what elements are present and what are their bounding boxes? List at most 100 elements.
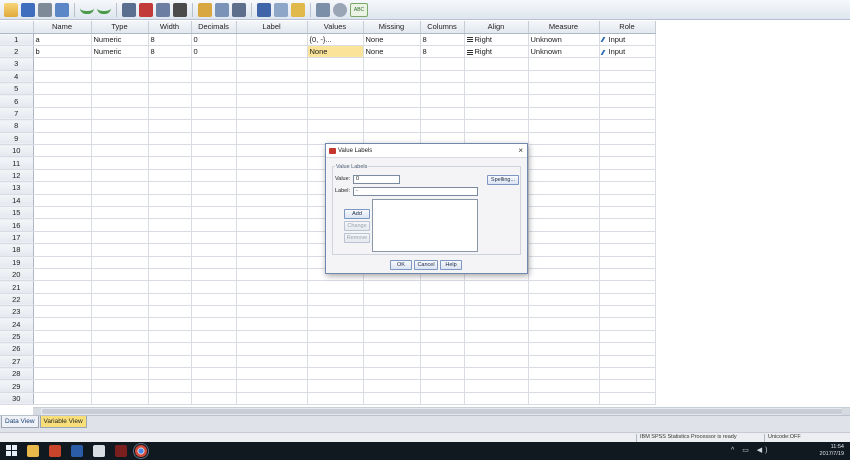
empty-cell[interactable] xyxy=(599,144,656,158)
empty-cell[interactable] xyxy=(528,218,600,232)
row-number[interactable]: 18 xyxy=(0,243,34,257)
empty-cell[interactable] xyxy=(236,293,308,307)
row-number[interactable]: 13 xyxy=(0,181,34,195)
empty-cell[interactable] xyxy=(91,268,149,282)
empty-cell[interactable] xyxy=(91,70,149,84)
chrome-icon[interactable] xyxy=(133,443,149,459)
empty-cell[interactable] xyxy=(464,293,529,307)
cell-width[interactable]: 8 xyxy=(148,33,192,46)
empty-cell[interactable] xyxy=(191,132,237,146)
empty-cell[interactable] xyxy=(148,144,192,158)
open-folder-icon[interactable] xyxy=(4,2,18,17)
row-number[interactable]: 2 xyxy=(0,45,34,59)
empty-cell[interactable] xyxy=(599,218,656,232)
tab-data-view[interactable]: Data View xyxy=(1,416,39,428)
empty-cell[interactable] xyxy=(464,342,529,356)
empty-cell[interactable] xyxy=(191,82,237,96)
column-header-values[interactable]: Values xyxy=(307,21,364,34)
empty-cell[interactable] xyxy=(91,243,149,257)
empty-cell[interactable] xyxy=(148,342,192,356)
row-number[interactable]: 6 xyxy=(0,94,34,108)
empty-cell[interactable] xyxy=(599,379,656,393)
empty-cell[interactable] xyxy=(599,181,656,195)
empty-cell[interactable] xyxy=(33,392,92,406)
empty-cell[interactable] xyxy=(236,218,308,232)
empty-cell[interactable] xyxy=(33,156,92,170)
find-icon[interactable] xyxy=(173,2,187,17)
column-header-decimals[interactable]: Decimals xyxy=(191,21,237,34)
cell-align[interactable]: Right xyxy=(464,33,529,46)
empty-cell[interactable] xyxy=(420,355,465,369)
empty-cell[interactable] xyxy=(236,169,308,183)
empty-cell[interactable] xyxy=(191,231,237,245)
cell-measure[interactable]: Unknown xyxy=(528,45,600,59)
empty-cell[interactable] xyxy=(599,243,656,257)
empty-cell[interactable] xyxy=(307,107,364,121)
empty-cell[interactable] xyxy=(528,169,600,183)
cell-missing[interactable]: None xyxy=(363,33,421,46)
cell-type[interactable]: Numeric xyxy=(91,33,149,46)
empty-cell[interactable] xyxy=(236,82,308,96)
empty-cell[interactable] xyxy=(420,280,465,294)
row-number[interactable]: 25 xyxy=(0,330,34,344)
empty-cell[interactable] xyxy=(528,268,600,282)
empty-cell[interactable] xyxy=(307,330,364,344)
close-icon[interactable]: × xyxy=(518,145,523,157)
empty-cell[interactable] xyxy=(191,293,237,307)
column-header-name[interactable]: Name xyxy=(33,21,92,34)
empty-cell[interactable] xyxy=(464,392,529,406)
empty-cell[interactable] xyxy=(91,144,149,158)
empty-cell[interactable] xyxy=(528,144,600,158)
empty-cell[interactable] xyxy=(363,57,421,71)
empty-cell[interactable] xyxy=(33,231,92,245)
row-number[interactable]: 10 xyxy=(0,144,34,158)
empty-cell[interactable] xyxy=(191,268,237,282)
empty-cell[interactable] xyxy=(464,379,529,393)
spelling-button[interactable]: Spelling... xyxy=(487,175,519,185)
empty-cell[interactable] xyxy=(599,293,656,307)
empty-cell[interactable] xyxy=(91,231,149,245)
empty-cell[interactable] xyxy=(148,82,192,96)
empty-cell[interactable] xyxy=(33,367,92,381)
row-number[interactable]: 3 xyxy=(0,57,34,71)
empty-cell[interactable] xyxy=(528,305,600,319)
empty-cell[interactable] xyxy=(236,317,308,331)
empty-cell[interactable] xyxy=(33,94,92,108)
scroll-thumb[interactable] xyxy=(42,409,847,414)
empty-cell[interactable] xyxy=(33,107,92,121)
row-number[interactable]: 12 xyxy=(0,169,34,183)
dialog-titlebar[interactable]: Value Labels × xyxy=(326,144,527,158)
empty-cell[interactable] xyxy=(236,392,308,406)
empty-cell[interactable] xyxy=(236,231,308,245)
row-number[interactable]: 16 xyxy=(0,218,34,232)
empty-cell[interactable] xyxy=(148,119,192,133)
empty-cell[interactable] xyxy=(191,243,237,257)
empty-cell[interactable] xyxy=(599,70,656,84)
horizontal-scrollbar[interactable] xyxy=(33,407,850,415)
empty-cell[interactable] xyxy=(528,280,600,294)
empty-cell[interactable] xyxy=(236,330,308,344)
empty-cell[interactable] xyxy=(599,82,656,96)
empty-cell[interactable] xyxy=(148,367,192,381)
empty-cell[interactable] xyxy=(91,218,149,232)
empty-cell[interactable] xyxy=(236,342,308,356)
empty-cell[interactable] xyxy=(191,342,237,356)
empty-cell[interactable] xyxy=(363,330,421,344)
empty-cell[interactable] xyxy=(363,342,421,356)
empty-cell[interactable] xyxy=(191,119,237,133)
empty-cell[interactable] xyxy=(91,256,149,269)
split-file-icon[interactable] xyxy=(232,2,246,17)
column-header-missing[interactable]: Missing xyxy=(363,21,421,34)
empty-cell[interactable] xyxy=(599,280,656,294)
empty-cell[interactable] xyxy=(464,57,529,71)
column-header-type[interactable]: Type xyxy=(91,21,149,34)
cell-columns[interactable]: 8 xyxy=(420,45,465,59)
ok-button[interactable]: OK xyxy=(390,260,412,270)
cell-values-selected[interactable]: None xyxy=(307,45,364,59)
empty-cell[interactable] xyxy=(363,355,421,369)
cell-label[interactable] xyxy=(236,33,308,46)
empty-cell[interactable] xyxy=(599,367,656,381)
empty-cell[interactable] xyxy=(528,243,600,257)
cell-columns[interactable]: 8 xyxy=(420,33,465,46)
empty-cell[interactable] xyxy=(33,243,92,257)
